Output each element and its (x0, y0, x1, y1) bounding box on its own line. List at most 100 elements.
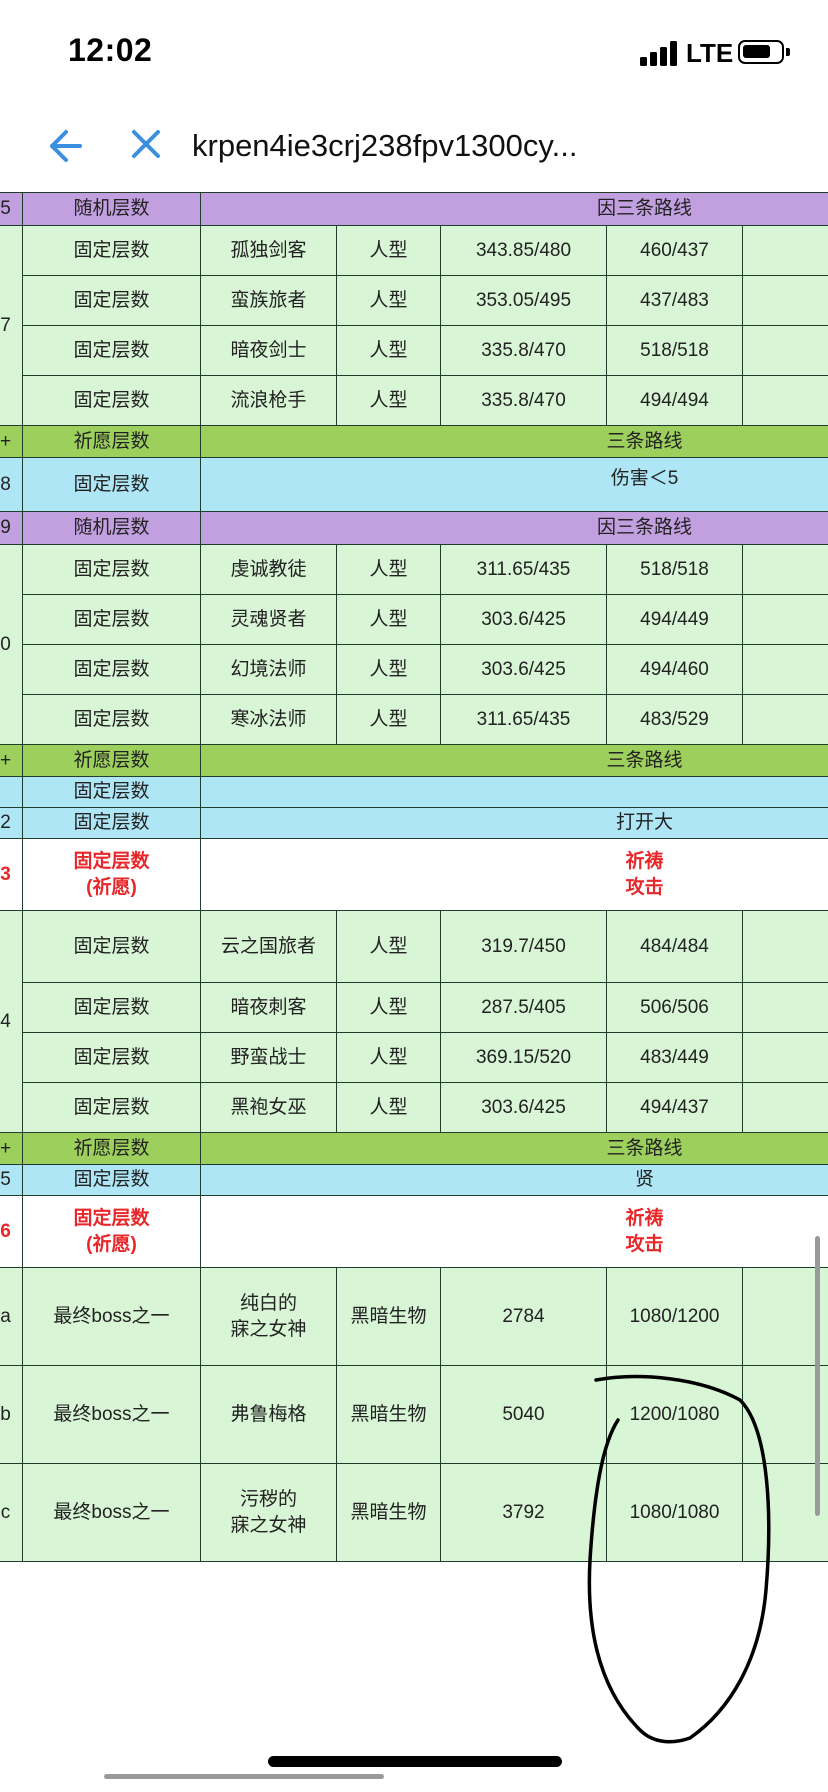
floor-type-cell: 最终boss之一 (22, 1267, 201, 1366)
hp-cell: 353.05/495 (440, 275, 607, 326)
cell-text: 人型 (369, 339, 408, 361)
cell-text: 335.8/470 (481, 339, 566, 361)
floor-type-cell: 最终boss之一 (22, 1463, 201, 1562)
home-indicator[interactable] (268, 1756, 562, 1767)
race-cell: 人型 (336, 910, 441, 983)
cell-text: 祈愿层数 (73, 1137, 150, 1159)
monster-name: 纯白的 (239, 1292, 297, 1314)
cell-text: 2784 (502, 1305, 545, 1327)
table-row: 8 固定层数 伤害＜5 (0, 457, 828, 512)
hp-cell: 5040 (440, 1365, 607, 1464)
cell-text: 三条路线 (606, 749, 683, 771)
cell-text: 369.15/520 (475, 1046, 572, 1068)
cell-text: 483/449 (640, 1046, 709, 1068)
floor-type-cell: 固定层数 (22, 544, 201, 595)
hp-cell: 311.65/435 (440, 694, 607, 745)
cell-text: 303.6/425 (481, 1096, 566, 1118)
hp-cell: 287.5/405 (440, 982, 607, 1033)
cell-text: 506/506 (640, 996, 709, 1018)
cell-text: 祈祷 (625, 1207, 664, 1229)
cell-text: 固定层数 (73, 239, 150, 261)
cell-text: 固定层数 (73, 935, 150, 957)
stats-cell: 494/494 (606, 375, 743, 426)
monster-name: 暗夜剑士 (230, 339, 307, 361)
cell-text: 1080/1080 (629, 1501, 720, 1523)
table-row: 4固定层数云之国旅者人型319.7/450484/484技能1：单技能2：单注：… (0, 910, 828, 1133)
floor-type-cell: 固定层数 (祈愿) (22, 838, 201, 911)
monster-name: 暗夜刺客 (230, 996, 307, 1018)
race-cell: 黑暗生物 (336, 1267, 441, 1366)
monster-name-cell: 云之国旅者 (200, 910, 337, 983)
stats-cell: 483/449 (606, 1032, 743, 1083)
network-type: LTE (686, 38, 734, 68)
cell-text: 黑暗生物 (350, 1305, 427, 1327)
battery-icon (738, 40, 790, 64)
floor-cell: + (0, 1132, 23, 1165)
floor-type-cell: 祈愿层数 (22, 425, 201, 458)
floor-cell: 5 (0, 1164, 23, 1196)
hp-cell: 343.85/480 (440, 225, 607, 276)
monster-name: 虔诚教徒 (230, 558, 307, 580)
floor-cell: 5 (0, 192, 23, 226)
monster-name: 蛮族旅者 (230, 289, 307, 311)
cell-text: 人型 (369, 1046, 408, 1068)
horizontal-scrollbar[interactable] (104, 1774, 384, 1779)
floor-type-cell: 固定层数 (22, 457, 201, 512)
monster-table: 5随机层数因三条路线7固定层数孤独剑客人型343.85/480460/437全体… (0, 192, 828, 1562)
nav-bar: krpen4ie3crj238fpv1300cy... (0, 100, 828, 192)
table-row: 固定层数 幻境法师 人型 303.6/425 494/460 全体造成 (0, 644, 828, 695)
monster-name: 幻境法师 (230, 658, 307, 680)
stats-cell: 437/483 (606, 275, 743, 326)
table-row: 5 随机层数 因三条路线 (0, 192, 828, 226)
monster-name: 寒冰法师 (230, 708, 307, 730)
merged-note-cell: 打开大 (199, 807, 828, 839)
cell-text: 固定层数 (73, 473, 150, 495)
back-arrow-icon[interactable] (44, 126, 84, 166)
floor-type-cell: 固定层数 (22, 375, 201, 426)
skill-note-cell: 全体造成 (741, 275, 828, 326)
vertical-scrollbar[interactable] (815, 1236, 820, 1516)
skill-note-cell: 全体造成 (741, 694, 828, 745)
cell-text: a (0, 1305, 11, 1327)
cell-text: 287.5/405 (481, 996, 566, 1018)
floor-type-cell: 固定层数 (22, 1082, 201, 1133)
monster-name: 孤独剑客 (230, 239, 307, 261)
floor-cell: 8 (0, 457, 23, 512)
monster-name-cell: 野蛮战士 (200, 1032, 337, 1083)
cell-text: 贤 (635, 1169, 655, 1190)
cell-text: 固定层数 (73, 289, 150, 311)
table-row: 固定层数 流浪枪手 人型 335.8/470 494/494 全体造成 (0, 375, 828, 426)
cell-text: 随机层数 (73, 517, 150, 538)
monster-name: 黑袍女巫 (230, 1096, 307, 1118)
floor-type-cell: 祈愿层数 (22, 1132, 201, 1165)
floor-cell (0, 776, 23, 808)
cell-text: 3792 (502, 1501, 545, 1523)
floor-cell: 6 (0, 1195, 23, 1268)
monster-name-cell: 黑袍女巫 (200, 1082, 337, 1133)
cell-text: 攻击 (625, 876, 664, 898)
cell-text: 437/483 (640, 289, 709, 311)
table-row: 6 固定层数 (祈愿) 祈祷 攻击 (0, 1195, 828, 1268)
close-icon[interactable] (128, 126, 164, 162)
table-viewport[interactable]: 5随机层数因三条路线7固定层数孤独剑客人型343.85/480460/437全体… (0, 192, 828, 1744)
stats-cell: 518/518 (606, 544, 743, 595)
floor-cell: 3 (0, 838, 23, 911)
monster-name: 寐之女神 (230, 1318, 307, 1340)
monster-name-cell: 寒冰法师 (200, 694, 337, 745)
cell-text: 固定层数 (73, 850, 150, 872)
cell-text: (祈愿) (86, 1233, 137, 1255)
cell-text: (祈愿) (86, 876, 137, 898)
cell-text: 494/494 (640, 389, 709, 411)
hp-cell: 3792 (440, 1463, 607, 1562)
floor-type-cell: 固定层数 (22, 644, 201, 695)
skill-note-cell: 全体造成 (741, 594, 828, 645)
merged-note-cell: 三条路线 (199, 1132, 828, 1165)
cell-text: 固定层数 (73, 558, 150, 580)
stats-cell: 494/449 (606, 594, 743, 645)
floor-type-cell: 固定层数 (22, 807, 201, 839)
skill-note-cell: 单体造成 (741, 1032, 828, 1083)
floor-cell: 2 (0, 807, 23, 839)
cell-text: 5040 (502, 1403, 545, 1425)
table-row: 3 固定层数 (祈愿) 祈祷 攻击 (0, 838, 828, 911)
floor-type-cell: 固定层数 (22, 1032, 201, 1083)
